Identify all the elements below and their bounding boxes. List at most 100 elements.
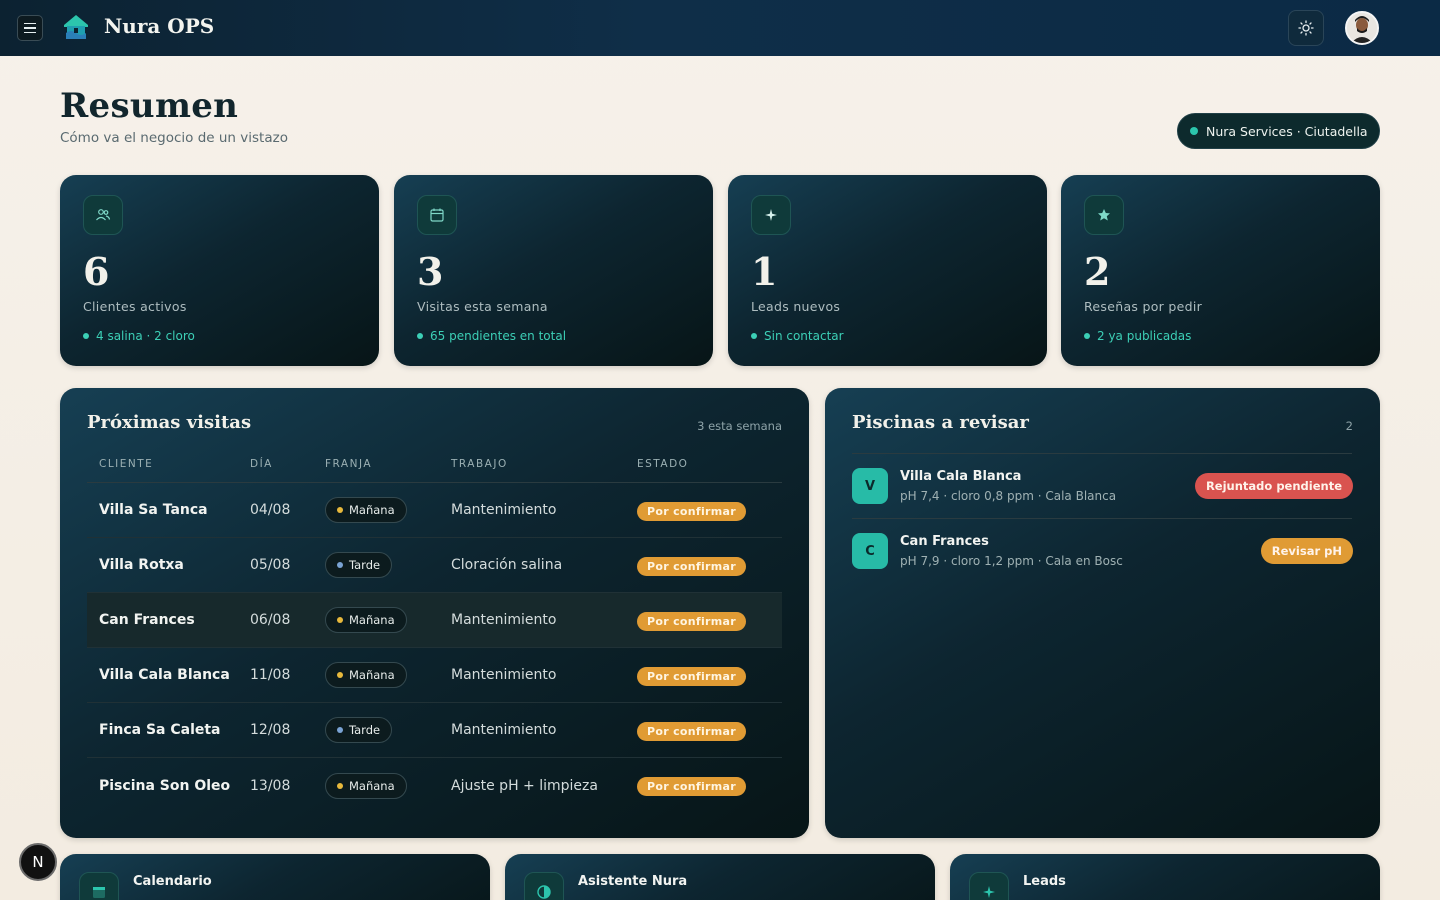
list-item[interactable]: V Villa Cala Blanca pH 7,4 · cloro 0,8 p… <box>852 454 1353 518</box>
morning-dot <box>337 672 343 678</box>
client-name: Can Frances <box>99 612 195 628</box>
visit-day: 06/08 <box>250 612 291 628</box>
column-header[interactable]: FRANJA <box>325 458 451 470</box>
status-badge: Por confirmar <box>637 501 746 521</box>
page-title: Resumen <box>60 86 239 126</box>
org-badge[interactable]: Nura Services · Ciutadella <box>1177 113 1380 149</box>
visit-day: 12/08 <box>250 722 291 738</box>
star-icon <box>1084 195 1124 235</box>
stat-sub: 4 salina · 2 cloro <box>83 329 195 343</box>
visit-day: 13/08 <box>250 777 291 794</box>
visits-table: CLIENTE DÍA FRANJA TRABAJO ESTADO Villa … <box>87 446 782 813</box>
slot-label: Tarde <box>349 558 381 572</box>
slot-pill: Mañana <box>325 497 407 523</box>
theme-toggle-button[interactable] <box>1288 10 1324 46</box>
visit-day: 04/08 <box>250 502 291 518</box>
pool-avatar: C <box>852 533 888 569</box>
table-row[interactable]: Villa Sa Tanca 04/08 Mañana Mantenimient… <box>87 483 782 538</box>
column-header[interactable]: TRABAJO <box>451 458 637 470</box>
status-badge: Por confirmar <box>637 666 746 686</box>
stat-card-leads[interactable]: 1 Leads nuevos Sin contactar <box>728 175 1047 366</box>
job-type: Mantenimiento <box>451 612 557 628</box>
logo-icon <box>64 15 88 39</box>
slot-pill: Mañana <box>325 662 407 688</box>
table-row[interactable]: Villa Rotxa 05/08 Tarde Cloración salina… <box>87 538 782 593</box>
pool-status-badge: Rejuntado pendiente <box>1194 473 1353 499</box>
job-type: Cloración salina <box>451 557 563 573</box>
user-avatar[interactable] <box>1345 11 1379 45</box>
card-title: Asistente Nura <box>578 874 688 889</box>
calendar-icon <box>79 872 119 900</box>
calendar-icon <box>417 195 457 235</box>
sparkle-icon <box>751 195 791 235</box>
slot-label: Tarde <box>349 723 381 737</box>
column-header[interactable]: CLIENTE <box>87 458 250 470</box>
slot-pill: Mañana <box>325 772 407 799</box>
morning-dot <box>337 617 343 623</box>
hamburger-icon <box>24 21 36 35</box>
assistant-card[interactable]: Asistente Nura <box>505 854 935 900</box>
stat-card-visits[interactable]: 3 Visitas esta semana 65 pendientes en t… <box>394 175 713 366</box>
client-name: Finca Sa Caleta <box>99 722 221 738</box>
stat-card-reviews[interactable]: 2 Reseñas por pedir 2 ya publicadas <box>1061 175 1380 366</box>
users-icon <box>83 195 123 235</box>
stat-value: 1 <box>751 249 778 294</box>
stat-value: 6 <box>83 249 110 294</box>
top-bar: Nura OPS <box>0 0 1440 56</box>
pool-status-badge: Revisar pH <box>1260 538 1353 564</box>
status-badge: Por confirmar <box>637 556 746 576</box>
slot-pill: Mañana <box>325 607 407 633</box>
leads-card[interactable]: Leads <box>950 854 1380 900</box>
org-badge-label: Nura Services · Ciutadella <box>1206 123 1368 139</box>
half-circle-icon <box>524 872 564 900</box>
stat-label: Visitas esta semana <box>417 299 548 314</box>
stat-label: Reseñas por pedir <box>1084 299 1203 314</box>
stat-card-clients[interactable]: 6 Clientes activos 4 salina · 2 cloro <box>60 175 379 366</box>
stat-sub: 65 pendientes en total <box>417 329 566 343</box>
stat-sub: Sin contactar <box>751 329 844 343</box>
visits-count: 3 esta semana <box>697 419 782 433</box>
card-title: Leads <box>1023 874 1066 889</box>
stat-sub-text: 2 ya publicadas <box>1097 329 1192 343</box>
column-header[interactable]: ESTADO <box>637 458 782 470</box>
card-title: Calendario <box>133 874 212 889</box>
pool-name: Can Frances <box>900 534 989 549</box>
visit-day: 11/08 <box>250 667 291 683</box>
job-type: Mantenimiento <box>451 722 557 738</box>
client-name: Villa Cala Blanca <box>99 667 230 683</box>
sparkle-icon <box>969 872 1009 900</box>
pool-name: Villa Cala Blanca <box>900 469 1022 484</box>
table-row[interactable]: Can Frances 06/08 Mañana Mantenimiento P… <box>87 593 782 648</box>
visit-day: 05/08 <box>250 557 291 573</box>
slot-label: Mañana <box>349 778 395 793</box>
slot-pill: Tarde <box>325 717 393 743</box>
table-row[interactable]: Finca Sa Caleta 12/08 Tarde Mantenimient… <box>87 703 782 758</box>
pool-details: pH 7,9 · cloro 1,2 ppm · Cala en Bosc <box>900 554 1123 568</box>
status-badge: Por confirmar <box>637 777 746 796</box>
slot-label: Mañana <box>349 503 395 517</box>
stat-sub: 2 ya publicadas <box>1084 329 1191 343</box>
slot-label: Mañana <box>349 668 395 682</box>
menu-button[interactable] <box>17 15 43 41</box>
table-row[interactable]: Piscina Son Oleo 13/08 Mañana Ajuste pH … <box>87 758 782 813</box>
morning-dot <box>337 782 343 789</box>
job-type: Mantenimiento <box>451 502 557 518</box>
stat-value: 2 <box>1084 249 1111 294</box>
status-badge: Por confirmar <box>637 611 746 631</box>
table-row[interactable]: Villa Cala Blanca 11/08 Mañana Mantenimi… <box>87 648 782 703</box>
client-name: Villa Rotxa <box>99 557 184 573</box>
column-header[interactable]: DÍA <box>250 458 325 470</box>
stat-sub-text: Sin contactar <box>764 329 844 343</box>
morning-dot <box>337 507 343 513</box>
stat-sub-text: 65 pendientes en total <box>430 329 567 343</box>
next-devtools-button[interactable]: N <box>19 843 57 881</box>
app-title: Nura OPS <box>104 14 215 38</box>
client-name: Piscina Son Oleo <box>99 777 231 794</box>
stat-label: Clientes activos <box>83 299 187 314</box>
afternoon-dot <box>337 727 343 733</box>
sun-icon <box>1298 20 1314 36</box>
slot-label: Mañana <box>349 613 395 627</box>
calendar-card[interactable]: Calendario <box>60 854 490 900</box>
status-dot <box>1190 127 1198 135</box>
list-item[interactable]: C Can Frances pH 7,9 · cloro 1,2 ppm · C… <box>852 519 1353 583</box>
